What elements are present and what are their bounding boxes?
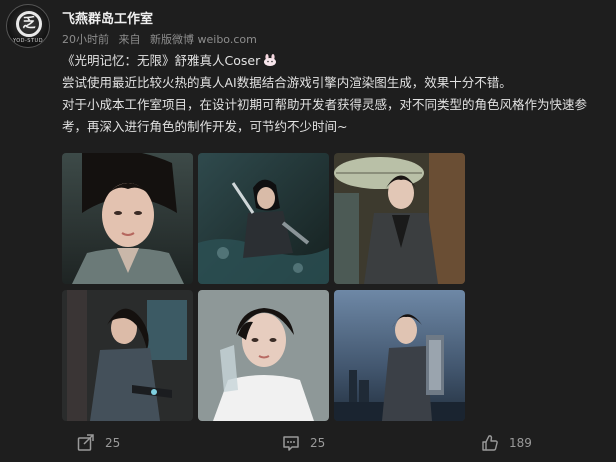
post-source[interactable]: 新版微博 weibo.com xyxy=(150,33,257,46)
post-meta: 20小时前 来自 新版微博 weibo.com xyxy=(62,31,257,47)
post-image-6[interactable] xyxy=(334,290,465,421)
post-image-5[interactable] xyxy=(198,290,329,421)
share-icon xyxy=(77,434,94,451)
post-image-2[interactable] xyxy=(198,153,329,284)
repost-button[interactable]: 25 xyxy=(77,432,120,454)
comment-icon xyxy=(283,436,299,451)
author-name[interactable]: 飞燕群岛工作室 xyxy=(62,8,153,27)
post-text-line-1: 《光明记忆：无限》舒雅真人Coser xyxy=(62,53,261,68)
image-grid xyxy=(62,153,466,423)
post-text: 《光明记忆：无限》舒雅真人Coser 尝试使用最近比较火热的真人AI数据结合游戏… xyxy=(62,50,602,138)
author-avatar[interactable]: 乏 YOD-STUD xyxy=(6,4,50,48)
city-photo-6 xyxy=(334,290,465,421)
post-title-line: 《光明记忆：无限》舒雅真人Coser xyxy=(62,50,602,72)
post-image-4[interactable] xyxy=(62,290,193,421)
comment-count: 25 xyxy=(310,436,326,450)
portrait-photo-5 xyxy=(198,290,329,421)
action-photo-2 xyxy=(198,153,329,284)
like-button[interactable]: 189 xyxy=(481,432,532,454)
post-action-bar: 25 25 189 xyxy=(0,428,616,458)
avatar-logo-mark: 乏 xyxy=(16,11,42,37)
comment-button[interactable]: 25 xyxy=(282,432,325,454)
repost-count: 25 xyxy=(105,436,121,450)
weibo-post-card: 乏 YOD-STUD 飞燕群岛工作室 20小时前 来自 新版微博 weibo.c… xyxy=(0,0,616,462)
post-text-line-3: 对于小成本工作室项目，在设计初期可帮助开发者获得灵感，对不同类型的角色风格作为快… xyxy=(62,97,588,134)
post-image-1[interactable] xyxy=(62,153,193,284)
rabbit-face-icon xyxy=(264,54,277,66)
street-photo-3 xyxy=(334,153,465,284)
post-text-line-2: 尝试使用最近比较火热的真人AI数据结合游戏引擎内渲染图生成，效果十分不错。 xyxy=(62,75,512,90)
interior-photo-4 xyxy=(62,290,193,421)
post-source-prefix: 来自 xyxy=(118,33,141,46)
avatar-logo-text: YOD-STUD xyxy=(12,38,44,44)
like-count: 189 xyxy=(509,436,532,450)
post-time[interactable]: 20小时前 xyxy=(62,33,109,46)
post-image-3[interactable] xyxy=(334,153,465,284)
portrait-photo-1 xyxy=(62,153,193,284)
thumbs-up-icon xyxy=(482,435,498,451)
